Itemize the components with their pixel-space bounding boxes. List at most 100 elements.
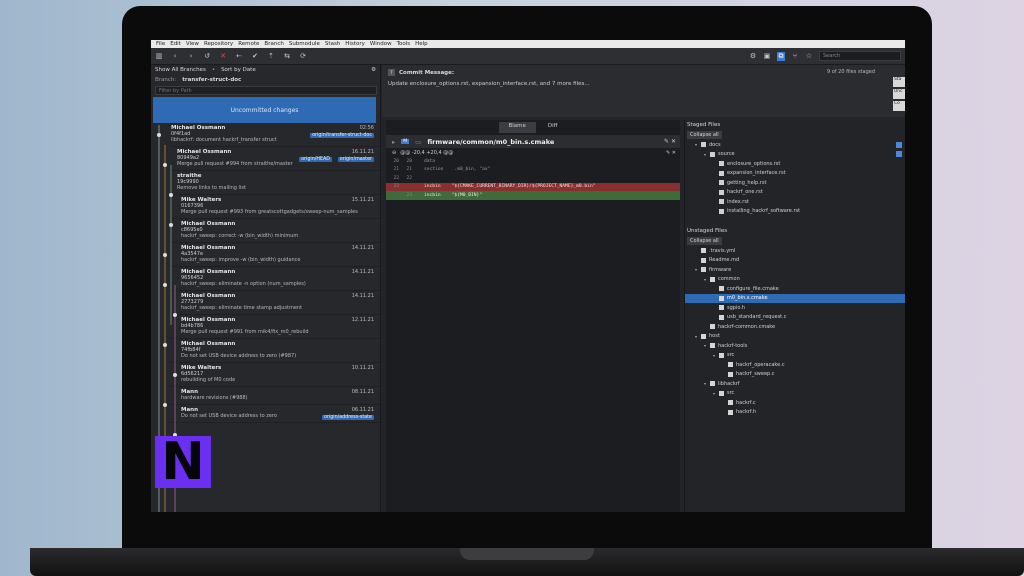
star-icon[interactable]: ☆ [805, 52, 813, 60]
tree-file[interactable]: hackrf_sweep.c [685, 370, 905, 380]
commit-button[interactable]: Co [893, 101, 905, 111]
staged-collapse-all-button[interactable]: Collapse all [687, 131, 722, 139]
tree-file[interactable]: index.rst [685, 197, 905, 207]
checkbox[interactable] [701, 257, 706, 263]
tree-file[interactable]: .travis.yml [685, 246, 905, 256]
menu-item-edit[interactable]: Edit [170, 41, 181, 47]
commit-row[interactable]: Mann Do not set USB device address to zer… [171, 405, 380, 423]
commit-row[interactable]: Michael Ossmann 74fb84f Do not set USB dev… [171, 339, 380, 363]
checkbox[interactable] [728, 362, 733, 368]
tree-folder[interactable]: ▾ libhackrf [685, 379, 905, 389]
checkbox[interactable] [719, 189, 724, 195]
branch-selector[interactable]: transfer-struct-doc [182, 77, 241, 83]
close-icon[interactable]: ✕ [671, 138, 676, 145]
checkbox[interactable] [728, 371, 733, 377]
checkbox[interactable] [719, 390, 724, 396]
uncommitted-changes-row[interactable]: Uncommitted changes [153, 97, 376, 123]
commit-row[interactable]: Michael Ossmann 80949a2 Merge pull request… [171, 147, 380, 171]
tree-folder[interactable]: ▾ hackrf-tools [685, 341, 905, 351]
tree-folder[interactable]: ▾ docs [685, 140, 905, 150]
commit-row[interactable]: Mann hardware revisions (#988) 08.11.21 [171, 387, 380, 405]
menu-item-window[interactable]: Window [370, 41, 392, 47]
tree-file[interactable]: sgpio.h [685, 303, 905, 313]
checkbox[interactable] [719, 305, 724, 311]
edit-hunk-icon[interactable]: ✎ [666, 150, 670, 156]
checkbox[interactable] [710, 151, 715, 157]
tree-file[interactable]: getting_help.rst [685, 178, 905, 188]
tree-folder[interactable]: ▾ src [685, 389, 905, 399]
tree-folder[interactable]: ▾ firmware [685, 265, 905, 275]
diff-line[interactable]: 23 incbin "${M0_BIN}" [386, 191, 680, 200]
commit-row[interactable]: Michael Ossmann bd4b786 Merge pull request… [171, 315, 380, 339]
tree-file[interactable]: hackrf_one.rst [685, 188, 905, 198]
tab-diff[interactable]: Diff [538, 122, 568, 133]
tree-folder[interactable]: ▾ host [685, 332, 905, 342]
checkbox[interactable] [719, 208, 724, 214]
commit-icon[interactable]: ✔ [251, 52, 259, 60]
tab-blame[interactable]: Blame [498, 122, 536, 133]
commit-row[interactable]: straithe 19c9990 Remove links to mailing l… [171, 171, 380, 195]
sync-icon[interactable]: ⟳ [299, 52, 307, 60]
checkbox[interactable] [710, 276, 715, 282]
unstage-all-button[interactable]: Unc [893, 89, 905, 99]
stage-all-button[interactable]: Sta [893, 77, 905, 87]
menu-item-repository[interactable]: Repository [204, 41, 233, 47]
menu-item-history[interactable]: History [345, 41, 365, 47]
branch-tag[interactable]: origin/transfer-struct-doc [310, 133, 374, 138]
discard-hunk-icon[interactable]: ✕ [672, 150, 676, 156]
menu-item-remote[interactable]: Remote [238, 41, 259, 47]
checkbox[interactable] [701, 142, 706, 148]
commit-row[interactable]: Michael Ossmann 9656452 hackrf_sweep: elim… [171, 267, 380, 291]
checkbox[interactable] [719, 199, 724, 205]
tree-file[interactable]: hackrf_operacake.c [685, 360, 905, 370]
checkbox[interactable] [728, 409, 733, 415]
back-icon[interactable]: ‹ [171, 52, 179, 60]
search-input[interactable]: Search [819, 51, 901, 61]
checkbox[interactable] [719, 180, 724, 186]
checkbox[interactable] [719, 170, 724, 176]
commit-row[interactable]: Michael Ossmann 4a3547e hackrf_sweep: impr… [171, 243, 380, 267]
unstaged-collapse-all-button[interactable]: Collapse all [687, 237, 722, 245]
splitter[interactable] [685, 216, 905, 226]
commit-row[interactable]: Mike Walters 6d56217 rebuilding of M0 code… [171, 363, 380, 387]
graph-view-icon[interactable]: ⧉ [777, 51, 785, 61]
diff-line[interactable]: 23 incbin "${CMAKE_CURRENT_BINARY_DIR}/${… [386, 182, 680, 191]
diff-line[interactable]: 21 21 section .m0_bin, "ax" [386, 166, 680, 175]
commit-row[interactable]: Mike Walters 0167396 Merge pull request #9… [171, 195, 380, 219]
tree-file[interactable]: configure_file.cmake [685, 284, 905, 294]
fetch-icon[interactable]: ↺ [203, 52, 211, 60]
branch-icon[interactable]: ⑂ [791, 52, 799, 60]
commit-type-icon[interactable]: T [388, 69, 395, 76]
branch-tag[interactable]: origin/address-state [321, 415, 374, 420]
tree-file[interactable]: enclosure_options.rst [685, 159, 905, 169]
menu-item-view[interactable]: View [186, 41, 199, 47]
edit-icon[interactable]: ✎ [664, 138, 669, 145]
tree-file[interactable]: Readme.md [685, 256, 905, 266]
commit-message-input[interactable]: Update enclosure_options.rst, expansion_… [388, 81, 590, 87]
tree-file[interactable]: hackrf-common.cmake [685, 322, 905, 332]
forward-icon[interactable]: › [187, 52, 195, 60]
checkbox[interactable] [710, 381, 715, 387]
tree-folder[interactable]: ▾ src [685, 351, 905, 361]
tree-file[interactable]: usb_standard_request.c [685, 313, 905, 323]
checkbox[interactable] [710, 343, 715, 349]
checkbox[interactable] [701, 248, 706, 254]
branch-tag[interactable]: origin/HEAD [299, 157, 332, 162]
checkbox[interactable] [719, 352, 724, 358]
tree-file[interactable]: hackrf.h [685, 408, 905, 418]
show-all-branches-dropdown[interactable]: Show All Branches [155, 67, 206, 73]
checkbox[interactable] [719, 295, 724, 301]
gear-icon[interactable]: ⚙ [749, 52, 757, 60]
discard-icon[interactable]: ✕ [219, 52, 227, 60]
menu-item-help[interactable]: Help [415, 41, 428, 47]
layout-icon[interactable]: ▣ [763, 52, 771, 60]
menu-item-branch[interactable]: Branch [264, 41, 283, 47]
filter-by-path-input[interactable]: Filter by Path [155, 86, 377, 95]
tree-file[interactable]: expansion_interface.rst [685, 169, 905, 179]
diff-line[interactable]: 20 20 data [386, 157, 680, 166]
branch-tag[interactable]: origin/master [337, 157, 374, 162]
tree-file[interactable]: installing_hackrf_software.rst [685, 207, 905, 217]
tree-file[interactable]: m0_bin.s.cmake [685, 293, 905, 303]
tree-file[interactable]: hackrf.c [685, 398, 905, 408]
checkbox[interactable] [701, 267, 706, 273]
